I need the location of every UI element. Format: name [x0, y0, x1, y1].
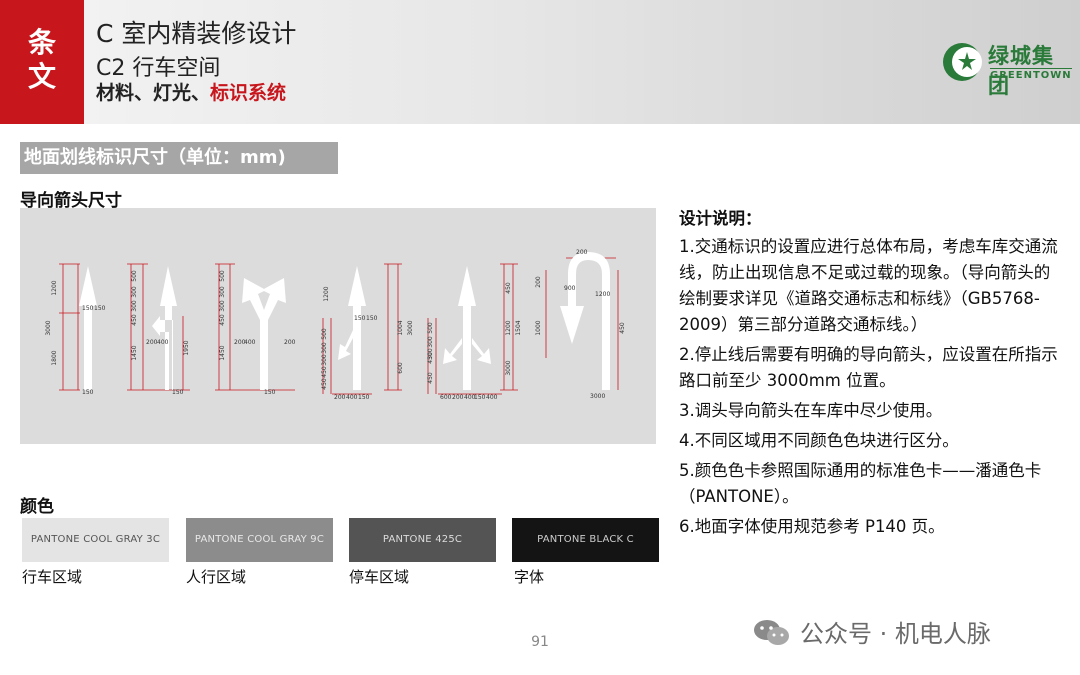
dimension-label: 450 [427, 372, 434, 384]
swatch-cool-gray-3c: PANTONE COOL GRAY 3C [22, 518, 169, 562]
topic-tags-normal: 材料、灯光、 [96, 82, 211, 104]
dimension-label: 200 [576, 249, 588, 256]
dimension-label: 450 [131, 314, 138, 326]
dimension-label: 500 [219, 270, 226, 282]
arrow-double-turn [443, 266, 491, 390]
arrow-turn-left-combo [338, 266, 366, 390]
dimension-label: 1000 [535, 320, 542, 335]
dimension-label: 300 [131, 286, 138, 298]
dimension-label: 150 [94, 305, 106, 312]
dimension-label: 200 [146, 339, 158, 346]
swatch-label-font: 字体 [514, 568, 545, 586]
dimension-label: 150 [172, 389, 184, 396]
dimension-label: 600 [440, 394, 452, 401]
arrow-drawing: 120018003000150 1501505003003004501450200… [45, 249, 626, 401]
greentown-logo: 绿城集团 GREENTOWN [940, 40, 1072, 98]
dimension-label: 150 [82, 389, 94, 396]
arrow-left-right [242, 278, 286, 390]
arrow-straight [79, 266, 97, 390]
arrow-straight-left [152, 266, 177, 390]
dimension-label: 1450 [219, 345, 226, 360]
dimension-label: 3000 [590, 393, 605, 400]
dimension-label: 450 [321, 378, 328, 390]
dimension-label: 400 [157, 339, 169, 346]
dimension-label: 600 [397, 362, 404, 374]
dimension-label: 3000 [407, 320, 414, 335]
design-note-6: 6.地面字体使用规范参考 P140 页。 [679, 517, 945, 536]
dimension-label: 200 [334, 394, 346, 401]
dimension-label: 200 [452, 394, 464, 401]
color-heading: 颜色 [20, 497, 54, 517]
dimension-label: 300 [131, 300, 138, 312]
dimension-label: 300 [427, 348, 434, 360]
dimension-label: 1200 [51, 280, 58, 295]
clause-tag-char-2: 文 [27, 60, 56, 93]
section-title: 地面划线标识尺寸（单位：mm) [20, 142, 338, 174]
dimension-label: 150 [82, 305, 94, 312]
dimension-label: 150 [474, 394, 486, 401]
dimension-label: 450 [505, 282, 512, 294]
header-bar: 条 文 C 室内精装修设计 C2 行车空间 材料、灯光、标识系统 绿城集团 GR… [0, 0, 1080, 124]
arrow-dimension-diagram: 1200 1800 3000 150 150 150 500 300 300 450 1450 200… [20, 208, 656, 444]
design-note-4: 4.不同区域用不同颜色色块进行区分。 [679, 431, 959, 450]
swatch-label-pedestrian: 人行区域 [186, 568, 247, 586]
dimension-label: 1200 [595, 291, 610, 298]
dimension-label: 1200 [323, 286, 330, 301]
dimension-label: 500 [131, 270, 138, 282]
dimension-label: 900 [564, 285, 576, 292]
dimension-label: 300 [219, 286, 226, 298]
topic-tags: 材料、灯光、标识系统 [96, 78, 286, 105]
dimension-label: 200 [284, 339, 296, 346]
dimension-label: 400 [346, 394, 358, 401]
clause-tag-char-1: 条 [27, 26, 56, 59]
dimension-label: 1004 [397, 320, 404, 335]
swatch-label-parking: 停车区域 [349, 568, 410, 586]
swatch-label-vehicle: 行车区域 [22, 568, 83, 586]
dimension-label: 300 [219, 300, 226, 312]
dimension-label: 500 [427, 322, 434, 334]
swatch-black-c: PANTONE BLACK C [512, 518, 659, 562]
dimension-label: 1504 [515, 320, 522, 335]
dimension-label: 3000 [45, 320, 52, 335]
dimension-label: 300 [321, 354, 328, 366]
watermark-text: 公众号 · 机电人脉 [800, 620, 991, 648]
dimension-label: 450 [619, 322, 626, 334]
dimension-label: 300 [321, 342, 328, 354]
dimension-label: 300 [427, 336, 434, 348]
design-notes: 设计说明： 1.交通标识的设置应进行总体布局，考虑车库交通流线，防止出现信息不足… [679, 206, 1065, 544]
dimension-label: 1450 [131, 345, 138, 360]
dimension-label: 1800 [51, 350, 58, 365]
arrow-shapes [79, 252, 610, 390]
greentown-logo-icon [943, 43, 982, 81]
arrow-u-turn [560, 252, 610, 390]
design-notes-heading: 设计说明： [679, 209, 762, 228]
dimension-label: 450 [321, 366, 328, 378]
dimension-label: 400 [244, 339, 256, 346]
design-note-3: 3.调头导向箭头在车库中尽少使用。 [679, 401, 943, 420]
swatch-cool-gray-9c: PANTONE COOL GRAY 9C [186, 518, 333, 562]
logo-en: GREENTOWN [990, 68, 1072, 81]
dimension-label: 150 [354, 315, 366, 322]
dimension-label: 150 [366, 315, 378, 322]
dimension-label: 200 [535, 276, 542, 288]
design-note-2: 2.停止线后需要有明确的导向箭头，应设置在所指示路口前至少 3000mm 位置。 [679, 345, 1058, 390]
dimension-label: 450 [219, 314, 226, 326]
dimension-label: 3000 [505, 360, 512, 375]
clause-tag: 条 文 [0, 0, 84, 124]
page-title: C 室内精装修设计 [96, 19, 297, 48]
dimension-label: 1950 [183, 340, 190, 355]
design-note-1: 1.交通标识的设置应进行总体布局，考虑车库交通流线，防止出现信息不足或过载的现象… [679, 237, 1058, 334]
topic-tags-highlight: 标识系统 [210, 82, 287, 104]
dimension-label: 150 [264, 389, 276, 396]
wechat-icon [754, 620, 789, 645]
dimension-labels: 120018003000150 1501505003003004501450200… [45, 249, 626, 401]
swatch-425c: PANTONE 425C [349, 518, 496, 562]
design-note-5: 5.颜色色卡参照国际通用的标准色卡——潘通色卡（PANTONE）。 [679, 461, 1042, 506]
dimension-label: 500 [321, 328, 328, 340]
page-number: 91 [531, 634, 549, 650]
dimension-label: 400 [486, 394, 498, 401]
dimension-label: 1200 [505, 320, 512, 335]
dimension-label: 150 [358, 394, 370, 401]
